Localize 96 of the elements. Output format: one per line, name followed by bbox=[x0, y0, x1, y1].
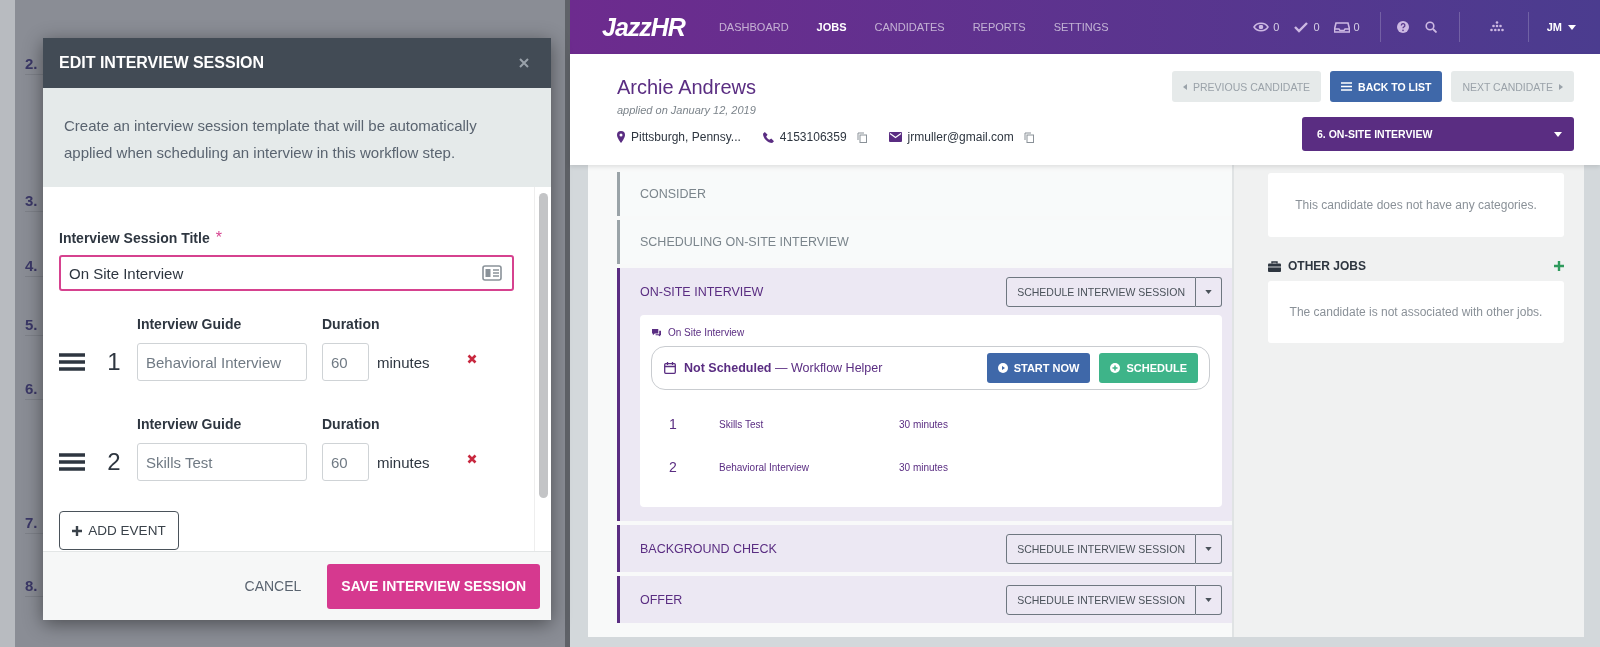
counter-value: 0 bbox=[1313, 21, 1320, 33]
drag-handle-icon[interactable] bbox=[59, 452, 85, 472]
empty-note: The candidate is not associated with other jobs. bbox=[1289, 305, 1543, 319]
stage-title: OFFER bbox=[640, 592, 683, 607]
drag-handle-icon[interactable] bbox=[59, 352, 85, 372]
copy-icon[interactable] bbox=[856, 131, 867, 143]
status-text: Not Scheduled — Workflow Helper bbox=[684, 361, 883, 375]
stage-title: ON-SITE INTERVIEW bbox=[640, 284, 764, 299]
dropdown-button[interactable] bbox=[1196, 584, 1222, 615]
nav-link[interactable]: JOBS bbox=[816, 21, 847, 33]
add-icon[interactable] bbox=[1554, 261, 1564, 271]
scrollbar[interactable] bbox=[534, 187, 551, 551]
event-name: Behavioral Interview bbox=[719, 461, 811, 473]
guide-input-field[interactable]: Skills Test bbox=[137, 443, 307, 481]
guide-input-field[interactable]: Behavioral Interview bbox=[137, 343, 307, 381]
stage-title: CONSIDER bbox=[640, 187, 706, 201]
nav-link[interactable]: SETTINGS bbox=[1053, 21, 1109, 33]
copy-icon[interactable] bbox=[1023, 131, 1034, 143]
dropdown-button[interactable] bbox=[1196, 533, 1222, 564]
search-icon[interactable] bbox=[1424, 21, 1437, 33]
remove-icon[interactable] bbox=[467, 354, 477, 364]
save-button[interactable]: SAVE INTERVIEW SESSION bbox=[327, 563, 540, 609]
duration-input-field[interactable]: 60 bbox=[322, 443, 369, 481]
modal-title: EDIT INTERVIEW SESSION bbox=[59, 54, 265, 72]
caret-icon bbox=[1554, 131, 1562, 137]
stage-title: SCHEDULING ON-SITE INTERVIEW bbox=[640, 235, 849, 249]
event-number: 1 bbox=[106, 348, 122, 376]
cancel-button[interactable]: CANCEL bbox=[240, 574, 306, 598]
event-number: 2 bbox=[106, 448, 122, 476]
close-icon[interactable] bbox=[519, 58, 529, 68]
email-address: jrmuller@gmail.com bbox=[907, 130, 1014, 144]
user-menu[interactable]: JM bbox=[1546, 21, 1576, 33]
check-icon[interactable] bbox=[1293, 20, 1310, 34]
event-number: 1 bbox=[669, 416, 678, 432]
schedule-session-button[interactable]: SCHEDULE INTERVIEW SESSION bbox=[1006, 584, 1196, 615]
counter-value: 0 bbox=[1353, 21, 1360, 33]
duration-input-field[interactable]: 60 bbox=[322, 343, 369, 381]
dots-grid-icon[interactable] bbox=[1489, 21, 1504, 33]
play-circle-icon bbox=[997, 363, 1008, 373]
field-label: Duration bbox=[322, 416, 381, 432]
unit-label: minutes bbox=[377, 453, 431, 471]
section-title: OTHER JOBS bbox=[1288, 259, 1366, 273]
empty-note: This candidate does not have any categories. bbox=[1295, 198, 1537, 212]
session-title: On Site Interview bbox=[668, 327, 745, 338]
stage-row[interactable]: OFFER SCHEDULE INTERVIEW SESSION bbox=[617, 576, 1232, 623]
schedule-session-button[interactable]: SCHEDULE INTERVIEW SESSION bbox=[1006, 533, 1196, 564]
stage-row[interactable]: ON-SITE INTERVIEW SCHEDULE INTERVIEW SESSION On Site Interview Not Scheduled — Workflow Helper START NOW SCHEDULE 1 Skills Test 30 minutes 2 Behavioral Interview 30 minutes bbox=[617, 268, 1232, 521]
phone-icon bbox=[762, 131, 774, 143]
briefcase-icon bbox=[1268, 260, 1281, 272]
eye-icon[interactable] bbox=[1253, 20, 1270, 34]
nav-link[interactable]: REPORTS bbox=[972, 21, 1026, 33]
applied-date: applied on January 12, 2019 bbox=[617, 104, 757, 116]
caret-icon bbox=[1205, 597, 1212, 602]
stage-title: BACKGROUND CHECK bbox=[640, 541, 777, 556]
stage-row[interactable]: BACKGROUND CHECK SCHEDULE INTERVIEW SESSION bbox=[617, 525, 1232, 572]
modal-description: Create an interview session template that will be automatically applied when scheduling an interview in this workflow step. bbox=[43, 88, 551, 187]
unit-label: minutes bbox=[377, 353, 431, 371]
dropdown-button[interactable] bbox=[1196, 276, 1222, 307]
plus-circle-icon bbox=[1110, 363, 1121, 373]
event-duration: 30 minutes bbox=[899, 461, 949, 473]
title-input-field[interactable]: On Site Interview bbox=[59, 255, 514, 291]
caret-icon bbox=[1205, 546, 1212, 551]
field-label: Interview Session Title bbox=[59, 230, 210, 246]
caret-left-icon bbox=[1183, 83, 1187, 90]
inbox-icon[interactable] bbox=[1333, 20, 1350, 34]
field-label: Duration bbox=[322, 316, 381, 332]
id-card-icon bbox=[482, 265, 502, 281]
nav-link[interactable]: CANDIDATES bbox=[874, 21, 945, 33]
back-to-list-button[interactable]: BACK TO LIST bbox=[1330, 71, 1443, 102]
event-number: 2 bbox=[669, 459, 678, 475]
caret-icon bbox=[1568, 24, 1576, 30]
stage-dropdown[interactable]: 6. ON-SITE INTERVIEW bbox=[1302, 117, 1574, 151]
counter-value: 0 bbox=[1273, 21, 1280, 33]
candidate-name: Archie Andrews bbox=[617, 76, 757, 99]
schedule-session-button[interactable]: SCHEDULE INTERVIEW SESSION bbox=[1006, 276, 1196, 307]
event-duration: 30 minutes bbox=[899, 418, 949, 430]
help-icon[interactable] bbox=[1396, 21, 1409, 33]
caret-icon bbox=[1205, 289, 1212, 294]
chat-icon bbox=[651, 328, 662, 337]
required-mark: * bbox=[215, 229, 222, 246]
calendar-icon bbox=[664, 362, 676, 374]
nav-link[interactable]: DASHBOARD bbox=[718, 21, 789, 33]
map-pin-icon bbox=[617, 131, 625, 143]
add-event-button[interactable]: ADD EVENT bbox=[59, 511, 179, 550]
plus-icon bbox=[72, 525, 83, 536]
phone-number: 4153106359 bbox=[779, 130, 847, 144]
envelope-icon bbox=[888, 132, 902, 142]
start-now-button[interactable]: START NOW bbox=[986, 353, 1091, 383]
list-icon bbox=[1341, 82, 1353, 91]
location-text: Pittsburgh, Pennsy... bbox=[631, 130, 741, 144]
event-name: Skills Test bbox=[719, 418, 765, 430]
remove-icon[interactable] bbox=[467, 454, 477, 464]
logo[interactable]: JazzHR bbox=[602, 12, 685, 42]
field-label: Interview Guide bbox=[137, 416, 243, 432]
caret-right-icon bbox=[1559, 83, 1563, 90]
field-label: Interview Guide bbox=[137, 316, 243, 332]
